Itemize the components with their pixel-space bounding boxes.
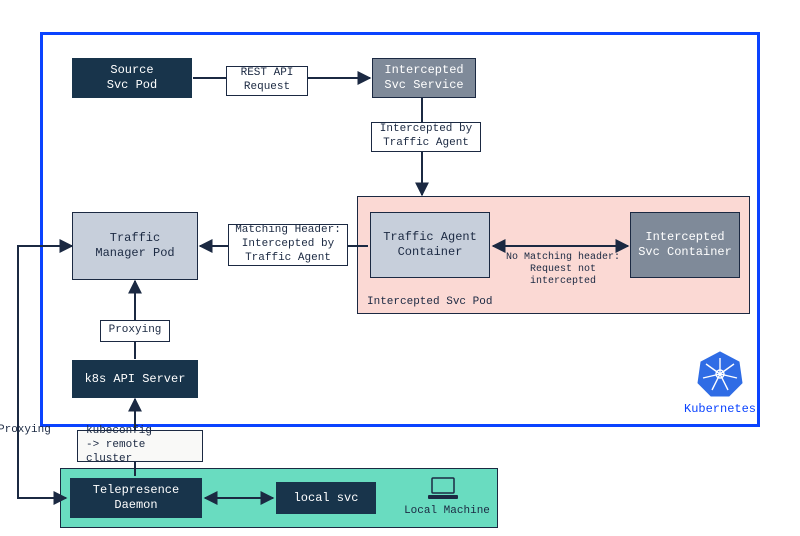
k8s-api-server: k8s API Server <box>72 360 198 398</box>
proxying-side-label: Proxying <box>0 424 54 437</box>
rest-api-request-label: REST API Request <box>226 66 308 96</box>
proxying-up-label: Proxying <box>100 320 170 342</box>
local-svc: local svc <box>276 482 376 514</box>
traffic-manager-pod: Traffic Manager Pod <box>72 212 198 280</box>
local-machine-label: Local Machine <box>402 505 492 518</box>
intercepted-svc-service: Intercepted Svc Service <box>372 58 476 98</box>
matching-header-label: Matching Header: Intercepted by Traffic … <box>228 224 348 266</box>
kubeconfig-label: kubeconfig -> remote cluster <box>77 430 203 462</box>
source-svc-pod: Source Svc Pod <box>72 58 192 98</box>
laptop-icon <box>426 476 460 502</box>
telepresence-daemon: Telepresence Daemon <box>70 478 202 518</box>
kubernetes-icon <box>696 350 744 398</box>
intercepted-svc-container: Intercepted Svc Container <box>630 212 740 278</box>
no-matching-header-label: No Matching header: Request not intercep… <box>500 252 626 288</box>
intercepted-by-traffic-agent-label: Intercepted by Traffic Agent <box>371 122 481 152</box>
kubernetes-label: Kubernetes <box>684 402 756 416</box>
traffic-agent-container: Traffic Agent Container <box>370 212 490 278</box>
diagram-stage: Intercepted Svc Pod Source Svc Pod REST … <box>0 0 800 536</box>
intercepted-svc-pod-caption: Intercepted Svc Pod <box>367 296 492 309</box>
